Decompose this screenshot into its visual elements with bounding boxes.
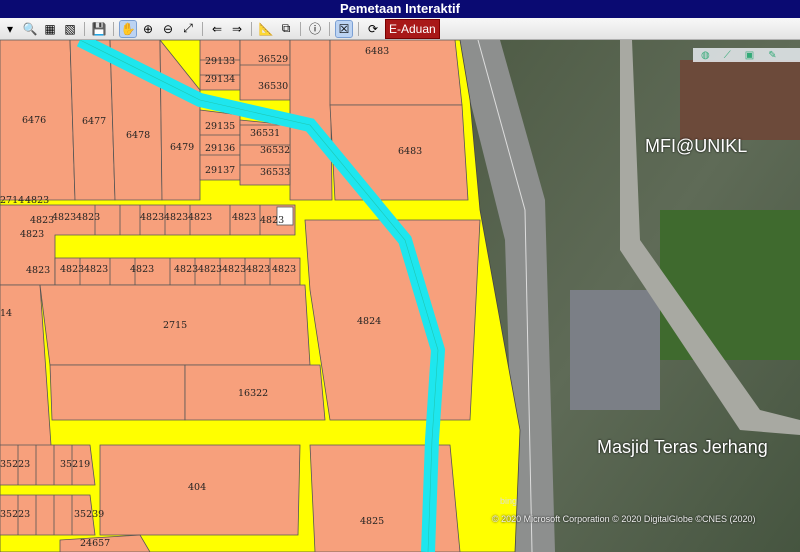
map-toolbar: ▾ 🔍 ▦ ▧ 💾 ✋ ⊕ ⊖ ⤢ ⇐ ⇒ 📐 ⧉ ⓘ ☒ ⟳ E-Aduan <box>0 18 800 40</box>
parcel-label: 29136 <box>205 143 235 154</box>
toolbar-separator <box>329 21 330 36</box>
toolbar-separator <box>84 21 85 36</box>
toolbar-separator <box>202 21 203 36</box>
land-parcel[interactable] <box>304 219 481 421</box>
parcel-label: 24657 <box>80 538 110 549</box>
building-roofs <box>680 60 800 140</box>
land-parcel[interactable] <box>329 40 463 106</box>
parcel-label: 35223 <box>0 509 30 520</box>
bing-logo: bing <box>500 496 518 506</box>
parcel-label: 14 <box>0 308 12 319</box>
parcel-label: 4823 <box>164 212 188 223</box>
houses <box>570 290 660 410</box>
parcel-label: 4823 <box>222 264 246 275</box>
parcel-label: 16322 <box>238 388 268 399</box>
parcel-label: 2714 <box>0 195 24 206</box>
toolbar-separator <box>251 21 252 36</box>
e-aduan-button[interactable]: E-Aduan <box>385 18 440 39</box>
parcel-label: 6479 <box>170 142 194 153</box>
parcel-label: 6483 <box>365 46 389 57</box>
measure-icon[interactable]: 📐 <box>258 21 274 37</box>
parcel-label: 4823 <box>52 212 76 223</box>
parcel-label: 36529 <box>258 54 288 65</box>
toolbar-separator <box>358 21 359 36</box>
dropdown-icon[interactable]: ▾ <box>2 21 18 37</box>
parcel-label: 4823 <box>25 195 49 206</box>
parcel-label: 35239 <box>74 509 104 520</box>
point-add-icon[interactable]: ◍ <box>701 50 710 61</box>
parcel-label: 35219 <box>60 459 90 470</box>
map-edit-toolbar: ◍ ⟋ ▣ ✎ <box>693 48 800 62</box>
map-canvas[interactable]: 6483 29133 29134 36529 36530 6476 6477 6478 6479… <box>0 40 800 552</box>
parcel-label: 4823 <box>174 264 198 275</box>
parcel-label: 36533 <box>260 167 290 178</box>
parcel-label: 4823 <box>140 212 164 223</box>
parcel-label: 4823 <box>60 264 84 275</box>
parcel-label: 4823 <box>26 265 50 276</box>
parcel-label: 2715 <box>163 320 187 331</box>
info-icon[interactable]: ⓘ <box>307 21 323 37</box>
place-label-mfi: MFI@UNIKL <box>645 136 748 156</box>
parcel-label: 29133 <box>205 56 235 67</box>
zoom-out-icon[interactable]: ⊖ <box>160 21 176 37</box>
window-title: Pemetaan Interaktif <box>0 0 800 18</box>
parcel-label: 4825 <box>360 516 384 527</box>
parcel-label: 404 <box>188 482 206 493</box>
parcel-label: 29134 <box>205 74 235 85</box>
place-label-masjid: Masjid Teras Jerhang <box>597 437 768 457</box>
line-add-icon[interactable]: ⟋ <box>724 50 731 61</box>
parcel-label: 29135 <box>205 121 235 132</box>
parcel-label: 4823 <box>260 215 284 226</box>
parcel-label: 4824 <box>357 316 381 327</box>
parcel-label: 36530 <box>258 81 288 92</box>
parcel-label: 4823 <box>188 212 212 223</box>
parcel-label: 6483 <box>398 146 422 157</box>
full-extent-icon[interactable]: ⤢ <box>180 21 196 37</box>
parcel-label: 6476 <box>22 115 46 126</box>
parcel-label: 4823 <box>198 264 222 275</box>
zoom-search-icon[interactable]: 🔍 <box>22 21 38 37</box>
parcel-label: 29137 <box>205 165 235 176</box>
map-icon[interactable]: ▧ <box>62 21 78 37</box>
land-parcel[interactable] <box>49 364 186 421</box>
parcel-label: 6478 <box>126 130 150 141</box>
parcel-label: 4823 <box>232 212 256 223</box>
parcel-label: 36531 <box>250 128 280 139</box>
parcel-label: 35223 <box>0 459 30 470</box>
parcel-label: 4823 <box>272 264 296 275</box>
back-arrow-icon[interactable]: ⇐ <box>209 21 225 37</box>
parcel-label: 4823 <box>246 264 270 275</box>
layers-icon[interactable]: ▦ <box>42 21 58 37</box>
parcel-label: 4823 <box>20 229 44 240</box>
area-measure-icon[interactable]: ⧉ <box>278 21 294 37</box>
parcel-label: 4823 <box>84 264 108 275</box>
parcel-label: 4823 <box>30 215 54 226</box>
select-icon[interactable]: ☒ <box>335 19 353 38</box>
save-map-icon[interactable]: 💾 <box>91 21 107 37</box>
parcel-label: 36532 <box>260 145 290 156</box>
toolbar-separator <box>300 21 301 36</box>
parcel-label: 4823 <box>130 264 154 275</box>
refresh-icon[interactable]: ⟳ <box>365 21 381 37</box>
polygon-add-icon[interactable]: ▣ <box>745 50 754 61</box>
map-layer: 6483 29133 29134 36529 36530 6476 6477 6478 6479… <box>0 40 800 552</box>
map-attribution: © 2020 Microsoft Corporation © 2020 Digi… <box>492 514 756 524</box>
parcel-label: 4823 <box>76 212 100 223</box>
zoom-in-icon[interactable]: ⊕ <box>140 21 156 37</box>
edit-icon[interactable]: ✎ <box>768 50 776 61</box>
toolbar-separator <box>113 21 114 36</box>
pan-hand-icon[interactable]: ✋ <box>119 19 137 38</box>
parcel-label: 6477 <box>82 116 106 127</box>
forward-arrow-icon[interactable]: ⇒ <box>229 21 245 37</box>
